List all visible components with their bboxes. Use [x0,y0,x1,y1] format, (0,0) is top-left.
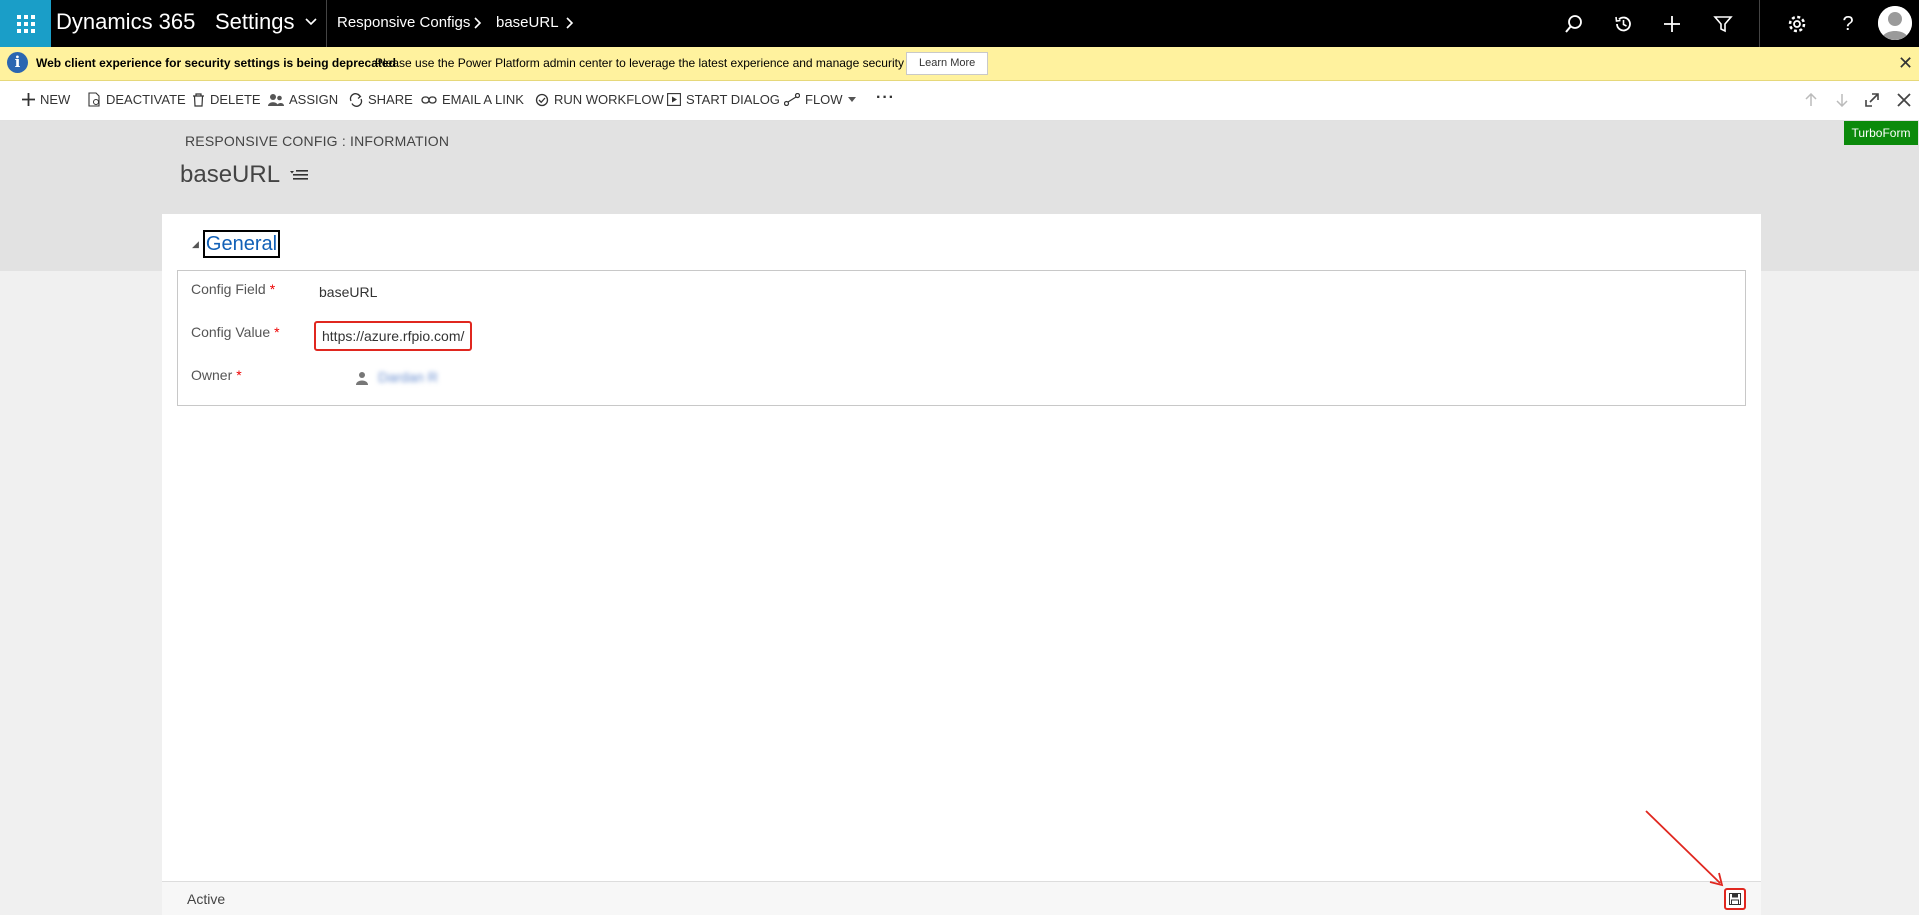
email-link-label: EMAIL A LINK [442,92,524,107]
entity-label: RESPONSIVE CONFIG : INFORMATION [185,133,450,149]
general-section: Config Field * baseURL Config Value * http… [177,270,1746,406]
deprecation-notice: i Web client experience for security set… [0,47,1919,81]
chevron-right-icon[interactable] [565,13,575,33]
status-footer: Active [162,881,1761,915]
notice-title: Web client experience for security setti… [36,56,396,70]
user-icon [1878,6,1912,40]
avatar[interactable] [1878,6,1912,40]
top-nav-bar: Dynamics 365 Settings Responsive Configs… [0,0,1919,47]
page-title: baseURL [180,161,309,189]
record-title-text: baseURL [180,161,281,188]
gear-icon[interactable] [1785,12,1809,36]
owner-label-text: Owner [191,367,233,383]
assign-label: ASSIGN [289,92,339,107]
waffle-icon [16,14,35,33]
config-field-label-text: Config Field [191,281,266,297]
annotation-arrow-icon [1645,810,1724,887]
pop-out-icon[interactable] [1863,91,1881,109]
divider [1759,0,1760,47]
section-title-general[interactable]: General [202,230,281,258]
app-name[interactable]: Dynamics 365 [56,9,195,35]
module-label: Settings [215,9,295,34]
assign-icon [268,93,284,106]
deactivate-icon [88,92,100,107]
share-icon [349,92,363,107]
save-button[interactable] [1724,888,1746,910]
help-icon[interactable]: ? [1836,12,1860,36]
arrow-down-icon[interactable] [1833,91,1851,109]
deactivate-label: DEACTIVATE [106,92,186,107]
config-field-label: Config Field * [191,281,275,297]
trash-icon [193,92,204,107]
plus-icon[interactable] [1660,12,1684,36]
close-icon[interactable]: ✕ [1898,53,1913,74]
caret-down-icon [847,97,856,102]
new-label: NEW [40,92,71,107]
learn-more-button[interactable]: Learn More [906,52,989,75]
chevron-right-icon [474,17,482,29]
flow-label: FLOW [805,92,843,107]
form-selector-icon[interactable] [290,168,309,182]
turboform-button[interactable]: TurboForm [1844,121,1918,145]
owner-link[interactable]: Dardan R [378,369,438,385]
arrow-up-icon[interactable] [1802,91,1820,109]
workflow-icon [535,93,549,106]
run-workflow-button[interactable]: RUN WORKFLOW [535,92,664,107]
more-commands-icon[interactable]: ··· [876,89,895,107]
email-link-button[interactable]: EMAIL A LINK [421,92,524,107]
filter-icon[interactable] [1711,12,1735,36]
save-icon [1729,893,1741,905]
play-icon [667,93,681,106]
section-header[interactable]: ◢ General [192,230,281,258]
form-body: ◢ General Config Field * baseURL Config V… [162,214,1761,915]
share-label: SHARE [368,92,413,107]
notice-message: Please use the Power Platform admin cent… [375,56,949,70]
required-mark: * [269,281,276,297]
required-mark: * [236,367,242,383]
new-button[interactable]: NEW [22,92,70,107]
run-workflow-label: RUN WORKFLOW [554,92,664,107]
search-icon[interactable] [1562,12,1586,36]
app-launcher-button[interactable] [0,0,51,47]
collapse-triangle-icon[interactable]: ◢ [192,239,199,250]
start-dialog-button[interactable]: START DIALOG [667,92,780,107]
flow-icon [784,93,800,106]
config-value-input[interactable]: https://azure.rfpio.com/ [314,321,473,351]
delete-button[interactable]: DELETE [192,92,261,107]
command-bar: NEW DEACTIVATE DELETE ASSIGN SHARE EMAIL… [0,81,1919,121]
close-icon[interactable] [1895,91,1913,109]
info-icon: i [7,52,28,73]
link-icon [421,95,437,104]
config-field-value[interactable]: baseURL [319,284,377,300]
breadcrumb-baseurl[interactable]: baseURL [496,14,559,31]
user-icon [356,372,368,385]
chevron-down-icon [304,18,317,26]
required-mark: * [274,324,280,340]
delete-label: DELETE [210,92,261,107]
breadcrumb-responsive-configs[interactable]: Responsive Configs [337,14,470,31]
owner-label: Owner * [191,367,242,383]
share-button[interactable]: SHARE [349,92,413,107]
module-selector[interactable]: Settings [215,9,317,35]
assign-button[interactable]: ASSIGN [268,92,338,107]
config-value-label-text: Config Value [191,324,271,340]
plus-icon [22,93,35,106]
recent-history-icon[interactable] [1611,12,1635,36]
start-dialog-label: START DIALOG [686,92,780,107]
divider [326,0,327,47]
config-value-label: Config Value * [191,324,280,340]
deactivate-button[interactable]: DEACTIVATE [88,92,186,107]
status-text: Active [187,891,226,907]
flow-button[interactable]: FLOW [784,92,856,107]
